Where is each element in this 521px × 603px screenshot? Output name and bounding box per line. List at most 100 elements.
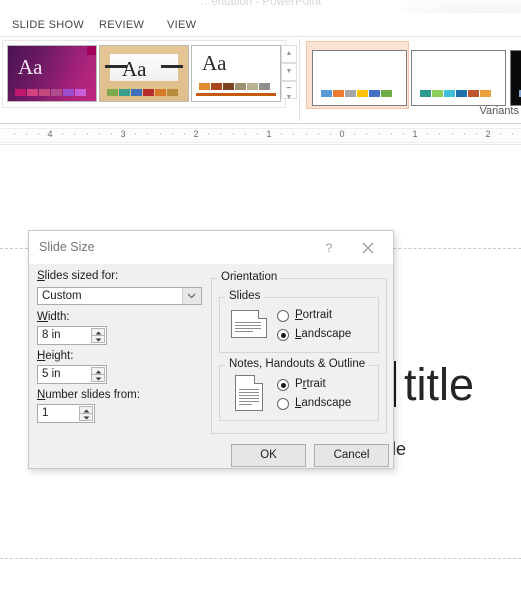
variant-thumbnail-3[interactable] bbox=[510, 50, 521, 106]
variant-2-swatches bbox=[420, 90, 491, 97]
themes-scroll-up-button[interactable]: ▲ bbox=[281, 45, 297, 63]
ruler-tick bbox=[208, 133, 210, 135]
slides-sized-for-dropdown-arrow[interactable] bbox=[182, 288, 201, 304]
color-swatch bbox=[119, 89, 130, 96]
ruler-tick bbox=[463, 133, 465, 135]
themes-scroll-down-button[interactable]: ▼ bbox=[281, 63, 297, 81]
horizontal-ruler[interactable]: 4 3 2 1 0 1 2 bbox=[0, 124, 521, 145]
color-swatch bbox=[27, 89, 38, 96]
number-slides-from-spinner-buttons[interactable] bbox=[79, 406, 93, 421]
help-button[interactable]: ? bbox=[319, 239, 339, 257]
ruler-tick bbox=[74, 133, 76, 135]
variants-gallery[interactable]: Variants bbox=[305, 40, 521, 120]
window-title-bar: …entation - PowerPoint bbox=[0, 0, 521, 13]
ruler-tick bbox=[232, 133, 234, 135]
ruler-tick bbox=[62, 133, 64, 135]
ruler-tick bbox=[293, 133, 295, 135]
theme-wood-aa-label: Aa bbox=[122, 57, 147, 81]
notes-landscape-label: Landscape bbox=[295, 397, 352, 409]
width-label: Width: bbox=[37, 311, 70, 323]
slide-subtitle-placeholder[interactable]: le bbox=[392, 440, 406, 458]
color-swatch bbox=[63, 89, 74, 96]
height-spinner-down[interactable] bbox=[91, 374, 105, 382]
radio-indicator-selected bbox=[277, 379, 289, 391]
ruler-number: 3 bbox=[120, 129, 126, 139]
ruler-tick bbox=[378, 133, 380, 135]
color-swatch bbox=[259, 83, 270, 90]
themes-gallery-scrollbar[interactable]: ▲ ▼ ━ ▼ bbox=[281, 45, 298, 101]
ribbon-tab-strip: SLIDE SHOW REVIEW VIEW bbox=[0, 13, 521, 37]
tab-review[interactable]: REVIEW bbox=[99, 16, 144, 34]
ruler-tick bbox=[110, 133, 112, 135]
height-label: Height: bbox=[37, 350, 73, 362]
ruler-number: 2 bbox=[193, 129, 199, 139]
ruler-tick bbox=[366, 133, 368, 135]
color-swatch bbox=[75, 89, 86, 96]
color-swatch bbox=[432, 90, 443, 97]
color-swatch bbox=[357, 90, 368, 97]
ruler-number: 4 bbox=[47, 129, 53, 139]
ok-button[interactable]: OK bbox=[231, 444, 306, 467]
slides-sized-for-combobox[interactable]: Custom bbox=[37, 287, 202, 305]
theme-thumbnail-white-orange[interactable]: Aa bbox=[191, 45, 281, 102]
color-swatch bbox=[199, 83, 210, 90]
ruler-tick bbox=[317, 133, 319, 135]
ruler-tick bbox=[171, 133, 173, 135]
themes-gallery[interactable]: Aa Aa Aa ▲ ▼ ━ ▼ bbox=[2, 40, 297, 108]
title-bar-decoration bbox=[401, 0, 521, 13]
question-mark-icon: ? bbox=[325, 241, 333, 255]
slides-sized-for-value: Custom bbox=[42, 290, 82, 302]
color-swatch bbox=[167, 89, 178, 96]
color-swatch bbox=[369, 90, 380, 97]
ruler-tick bbox=[305, 133, 307, 135]
number-slides-from-spinner[interactable]: 1 bbox=[37, 404, 95, 423]
color-swatch bbox=[321, 90, 332, 97]
close-button[interactable] bbox=[355, 238, 381, 258]
theme-wood-swatches bbox=[107, 89, 178, 96]
ruler-tick bbox=[256, 133, 258, 135]
slides-sized-for-label: Slides sized for: bbox=[37, 270, 118, 282]
ribbon-group-divider bbox=[299, 39, 300, 121]
theme-thumbnail-purple[interactable]: Aa bbox=[7, 45, 97, 102]
variant-thumbnail-2[interactable] bbox=[411, 50, 506, 106]
variant-thumbnail-1[interactable] bbox=[312, 50, 407, 106]
spinner-down-icon bbox=[95, 377, 102, 381]
slide-title-placeholder[interactable]: title bbox=[404, 362, 474, 407]
number-slides-from-spinner-down[interactable] bbox=[79, 413, 93, 421]
ruler-tick bbox=[354, 133, 356, 135]
color-swatch bbox=[247, 83, 258, 90]
slides-orientation-caption: Slides bbox=[225, 290, 265, 302]
color-swatch bbox=[235, 83, 246, 90]
width-spinner[interactable]: 8 in bbox=[37, 326, 107, 345]
theme-purple-aa-label: Aa bbox=[18, 55, 43, 79]
height-spinner-buttons[interactable] bbox=[91, 367, 105, 382]
color-swatch bbox=[381, 90, 392, 97]
slide-size-dialog[interactable]: Slide Size ? Slides sized for: Custom Wi… bbox=[28, 230, 394, 469]
cancel-button[interactable]: Cancel bbox=[314, 444, 389, 467]
slides-portrait-mnemonic: P bbox=[295, 309, 303, 321]
ruler-number: 0 bbox=[339, 129, 345, 139]
ruler-tick bbox=[475, 133, 477, 135]
tab-view[interactable]: VIEW bbox=[167, 16, 196, 34]
color-swatch bbox=[51, 89, 62, 96]
dialog-title: Slide Size bbox=[39, 240, 95, 254]
height-value[interactable]: 5 in bbox=[42, 368, 61, 380]
height-spinner[interactable]: 5 in bbox=[37, 365, 107, 384]
ruler-tick bbox=[390, 133, 392, 135]
number-slides-from-value[interactable]: 1 bbox=[42, 407, 48, 419]
notes-landscape-mnemonic: L bbox=[295, 397, 302, 409]
chevron-down-icon bbox=[187, 293, 196, 299]
theme-thumbnail-wood[interactable]: Aa bbox=[99, 45, 189, 102]
tab-slide-show[interactable]: SLIDE SHOW bbox=[12, 16, 84, 34]
slides-sized-for-mnemonic: S bbox=[37, 270, 45, 282]
radio-indicator bbox=[277, 398, 289, 410]
ruler-tick bbox=[500, 133, 502, 135]
ruler-tick bbox=[402, 133, 404, 135]
color-swatch bbox=[211, 83, 222, 90]
width-value[interactable]: 8 in bbox=[42, 329, 61, 341]
color-swatch bbox=[468, 90, 479, 97]
width-spinner-buttons[interactable] bbox=[91, 328, 105, 343]
width-spinner-down[interactable] bbox=[91, 335, 105, 343]
orientation-group-caption: Orientation bbox=[217, 271, 282, 283]
themes-more-button[interactable]: ━ ▼ bbox=[281, 81, 297, 101]
